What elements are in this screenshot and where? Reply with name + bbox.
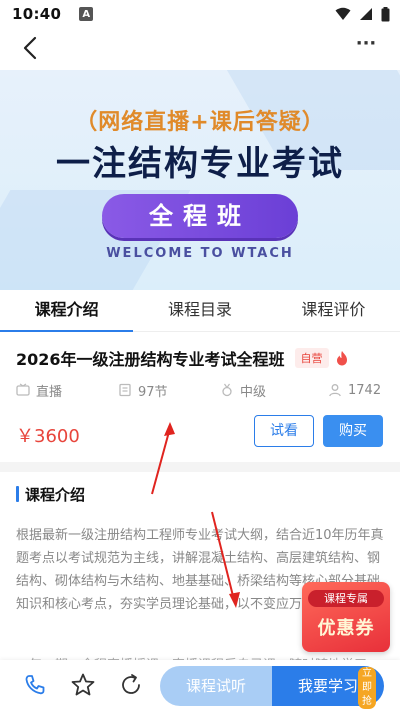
banner-title: 一注结构专业考试 (56, 144, 344, 184)
banner-welcome-text: WELCOME TO WTACH (106, 246, 294, 261)
back-arrow-icon[interactable] (18, 34, 46, 62)
meta-lessons-label: 97节 (138, 384, 168, 400)
favorite-star-icon[interactable] (70, 672, 96, 698)
course-trial-button[interactable]: 课程试听 (160, 666, 272, 706)
course-title: 2026年一级注册结构专业考试全程班 (16, 350, 285, 369)
signal-icon (360, 8, 372, 20)
battery-icon (381, 6, 390, 21)
course-tabs: 课程介绍 课程目录 课程评价 (0, 290, 400, 332)
banner-class-pill: 全程班 (102, 194, 298, 238)
tab-catalog[interactable]: 课程目录 (133, 290, 266, 331)
share-icon[interactable] (118, 672, 144, 698)
course-title-row: 2026年一级注册结构专业考试全程班 自营 (16, 346, 386, 370)
coupon-grab-tag[interactable]: 立即抢 (358, 667, 376, 709)
intro-section-label: 课程介绍 (25, 485, 86, 504)
more-options-icon[interactable]: ··· (352, 34, 380, 62)
students-person-icon (329, 384, 341, 397)
course-price: ￥3600 (16, 426, 80, 447)
self-operated-badge: 自营 (294, 348, 329, 368)
meta-students: 1742 (328, 380, 381, 400)
trial-view-button[interactable]: 试看 (254, 415, 314, 447)
intro-section-title: 课程介绍 (16, 484, 85, 504)
status-time: 10:40 (12, 5, 62, 23)
live-tv-icon (16, 383, 30, 396)
lessons-book-icon (119, 383, 131, 397)
tab-intro[interactable]: 课程介绍 (0, 290, 134, 332)
level-medal-icon (222, 383, 232, 397)
annotation-arrow-up (151, 422, 175, 495)
buy-button[interactable]: 购买 (323, 415, 383, 447)
status-bar: 10:40 A (0, 0, 400, 28)
meta-students-label: 1742 (348, 382, 382, 398)
tab-reviews[interactable]: 课程评价 (267, 290, 400, 331)
meta-lessons: 97节 (118, 380, 220, 400)
meta-type-label: 直播 (36, 384, 63, 400)
coupon-top-label: 课程专属 (308, 590, 384, 607)
section-divider (0, 462, 400, 472)
coupon-float[interactable]: 课程专属 优惠券 (302, 582, 390, 652)
wifi-icon (335, 7, 351, 20)
course-banner: （网络直播+课后答疑） 一注结构专业考试 全程班 WELCOME TO WTAC… (0, 70, 400, 290)
coupon-title: 优惠券 (317, 618, 375, 639)
meta-type: 直播 (16, 380, 118, 400)
bottom-action-bar: 课程试听 我要学习 (0, 660, 400, 710)
course-meta-row: 直播 97节 中级 1742 (16, 380, 386, 400)
banner-subtitle: （网络直播+课后答疑） (75, 110, 325, 135)
nav-bar: ··· (0, 28, 400, 68)
meta-level: 中级 (220, 380, 328, 400)
hot-flame-icon (336, 351, 347, 366)
meta-level-label: 中级 (240, 384, 267, 400)
notification-a-icon: A (79, 7, 94, 21)
phone-consult-icon[interactable] (22, 672, 48, 698)
section-title-bar (16, 486, 19, 502)
status-right-icons (335, 6, 390, 22)
